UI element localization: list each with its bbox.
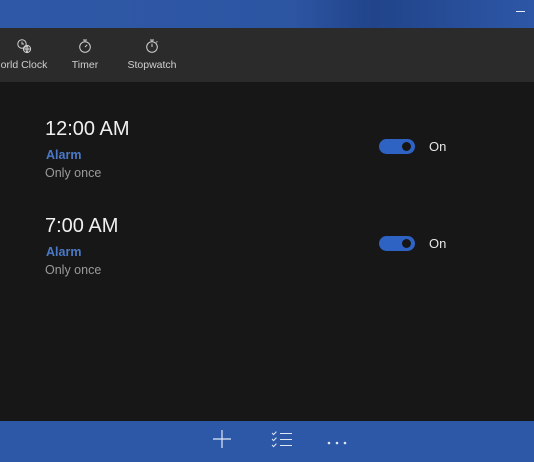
more-icon [326, 433, 348, 451]
nav-item-timer[interactable]: Timer [65, 28, 105, 82]
timer-icon [77, 38, 93, 54]
add-alarm-button[interactable] [202, 421, 242, 462]
command-bar [0, 421, 534, 462]
alarm-toggle[interactable] [379, 139, 415, 154]
world-clock-icon [16, 38, 32, 54]
select-list-icon [271, 430, 293, 453]
select-alarms-button[interactable] [262, 421, 302, 462]
toggle-knob [402, 239, 411, 248]
nav-item-world-clock[interactable]: orld Clock [0, 28, 60, 82]
alarm-repeat: Only once [45, 166, 102, 180]
stopwatch-icon [144, 38, 160, 54]
toggle-knob [402, 142, 411, 151]
alarm-time: 12:00 AM [45, 118, 130, 140]
nav-label-stopwatch: Stopwatch [127, 59, 177, 71]
alarm-toggle[interactable] [379, 236, 415, 251]
more-options-button[interactable] [317, 421, 357, 462]
alarm-item[interactable]: 7:00 AM Alarm Only once On [0, 215, 534, 299]
nav-label-world-clock: orld Clock [0, 59, 48, 71]
alarm-name: Alarm [46, 148, 82, 162]
minimize-button[interactable] [506, 0, 534, 28]
alarms-app-window: orld Clock Timer Stopwatch 12:00 AM Alar… [0, 0, 534, 462]
alarm-time: 7:00 AM [45, 215, 119, 237]
title-bar [0, 0, 534, 28]
add-icon [212, 429, 232, 454]
toggle-state-label: On [429, 139, 447, 154]
alarm-item[interactable]: 12:00 AM Alarm Only once On [0, 118, 534, 202]
navigation-bar: orld Clock Timer Stopwatch [0, 28, 534, 82]
alarm-name: Alarm [46, 245, 82, 259]
alarm-repeat: Only once [45, 263, 102, 277]
toggle-state-label: On [429, 236, 447, 251]
nav-label-timer: Timer [71, 59, 99, 71]
nav-item-stopwatch[interactable]: Stopwatch [123, 28, 181, 82]
minimize-icon [515, 10, 525, 12]
